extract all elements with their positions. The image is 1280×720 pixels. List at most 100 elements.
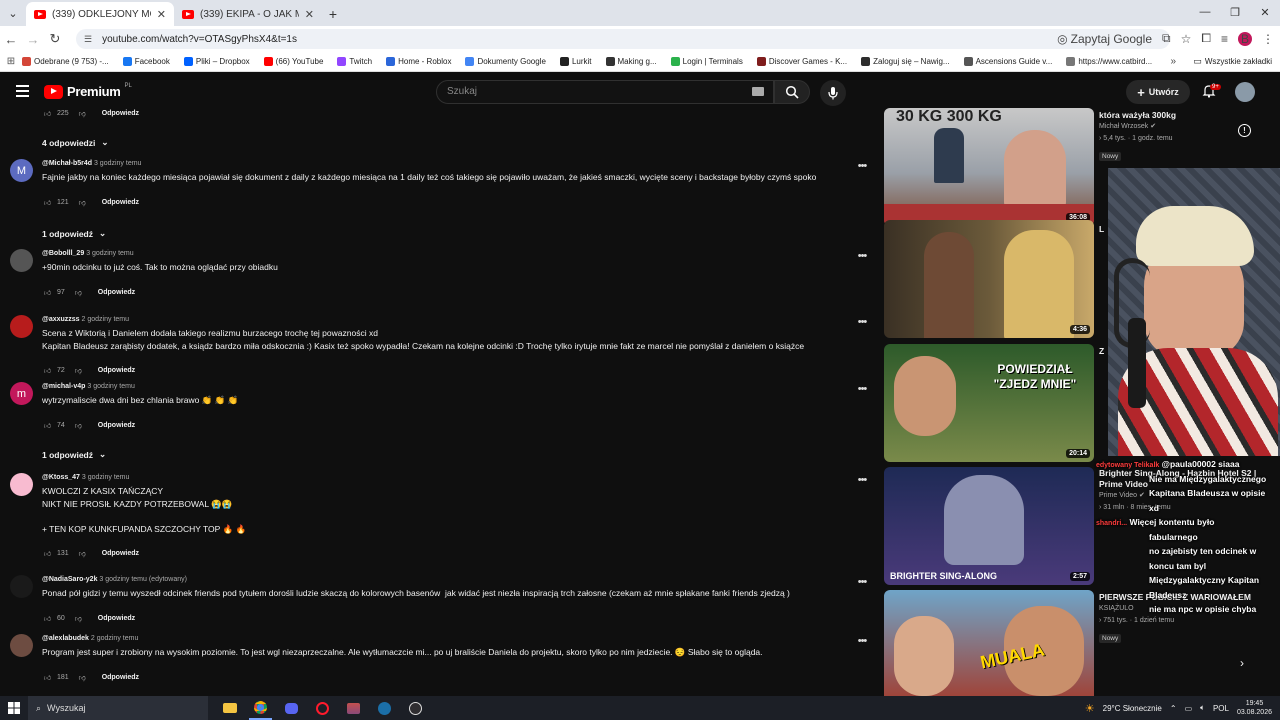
avatar[interactable] xyxy=(10,634,33,657)
ask-google-button[interactable]: ◎ Zapytaj Google xyxy=(1057,32,1152,46)
reply-button[interactable]: Odpowiedz xyxy=(98,367,135,374)
volume-icon[interactable]: 🔈︎ xyxy=(1200,703,1205,713)
comment-time[interactable]: 3 godziny temu xyxy=(87,383,134,390)
more-bookmarks-icon[interactable]: » xyxy=(1170,56,1176,67)
voice-search-button[interactable] xyxy=(820,80,846,106)
search-input[interactable]: Szukaj xyxy=(436,80,774,104)
maximize-icon[interactable]: ❐ xyxy=(1220,0,1250,24)
steam-icon[interactable] xyxy=(373,696,396,720)
comment-author[interactable]: @NadiaSaro-y2k xyxy=(42,576,97,583)
forward-icon[interactable]: → xyxy=(22,32,44,47)
more-actions-icon[interactable]: ••• xyxy=(856,160,868,172)
extensions-icon[interactable]: ⧠ xyxy=(1201,31,1211,46)
bookmark-item[interactable]: Facebook xyxy=(122,57,170,66)
back-icon[interactable]: ← xyxy=(0,32,22,47)
info-icon[interactable]: ! xyxy=(1238,124,1251,137)
install-icon[interactable]: ⧉ xyxy=(1162,31,1171,46)
photo-app-icon[interactable] xyxy=(342,696,365,720)
thumbs-down-icon[interactable]: 👎︎ xyxy=(73,287,84,298)
apps-grid-icon[interactable]: ⊞ xyxy=(0,56,22,67)
thumbs-down-icon[interactable]: 👎︎ xyxy=(73,613,84,624)
comment-time[interactable]: 3 godziny temu (edytowany) xyxy=(99,576,187,583)
language-indicator[interactable]: POL xyxy=(1213,704,1229,713)
clock[interactable]: 19:45 03.08.2026 xyxy=(1237,699,1272,717)
opera-icon[interactable] xyxy=(311,696,334,720)
network-icon[interactable]: ▭ xyxy=(1185,704,1193,713)
view-replies-button[interactable]: 4 odpowiedzi ⌄ xyxy=(42,137,109,148)
comment-time[interactable]: 2 godziny temu xyxy=(82,316,129,323)
video-thumbnail[interactable]: 4:36 xyxy=(884,220,1094,338)
obs-icon[interactable] xyxy=(404,696,427,720)
all-bookmarks-button[interactable]: ▭ Wszystkie zakładki xyxy=(1193,56,1272,67)
avatar[interactable] xyxy=(10,473,33,496)
tray-chevron-icon[interactable]: ⌃ xyxy=(1170,704,1177,713)
thumbs-up-icon[interactable]: 👍︎ xyxy=(42,197,53,208)
reply-button[interactable]: Odpowiedz xyxy=(102,110,139,117)
more-actions-icon[interactable]: ••• xyxy=(856,474,868,486)
avatar[interactable]: M xyxy=(10,159,33,182)
thumbs-up-icon[interactable]: 👍︎ xyxy=(42,365,53,376)
thumbs-down-icon[interactable]: 👎︎ xyxy=(77,108,88,119)
bookmark-item[interactable]: Ascensions Guide v... xyxy=(963,57,1052,66)
comment-author[interactable]: @axxuzzss xyxy=(42,316,80,323)
video-thumbnail[interactable]: MUALA xyxy=(884,590,1094,696)
comment-time[interactable]: 3 godziny temu xyxy=(86,250,133,257)
thumbs-up-icon[interactable]: 👍︎ xyxy=(42,287,53,298)
thumbs-down-icon[interactable]: 👎︎ xyxy=(77,672,88,683)
search-button[interactable] xyxy=(774,80,810,104)
bookmark-item[interactable]: Pliki – Dropbox xyxy=(183,57,250,66)
bookmark-item[interactable]: Odebrane (9 753) -... xyxy=(22,57,109,66)
bookmark-item[interactable]: Making g... xyxy=(605,57,657,66)
taskbar-search[interactable]: ⌕ Wyszukaj xyxy=(28,696,208,720)
comment-author[interactable]: @michal-v4p xyxy=(42,383,85,390)
bookmark-item[interactable]: (66) YouTube xyxy=(263,57,323,66)
bookmark-item[interactable]: Twitch xyxy=(337,57,372,66)
file-explorer-icon[interactable] xyxy=(218,696,241,720)
comment-time[interactable]: 3 godziny temu xyxy=(94,160,141,167)
bookmark-item[interactable]: Discover Games - K... xyxy=(756,57,847,66)
thumbs-up-icon[interactable]: 👍︎ xyxy=(42,548,53,559)
tab-search-icon[interactable]: ⌄ xyxy=(0,0,26,26)
view-replies-button[interactable]: 1 odpowiedź ⌄ xyxy=(42,228,106,239)
close-window-icon[interactable]: ✕ xyxy=(1250,0,1280,24)
comment-time[interactable]: 2 godziny temu xyxy=(91,635,138,642)
browser-tab[interactable]: (339) EKIPA - O JAK MIŁO (Wsz ✕ xyxy=(174,2,322,26)
comment-author[interactable]: @Ktoss_47 xyxy=(42,474,80,481)
url-field[interactable]: ☰ youtube.com/watch?v=OTASgyPhsX4&t=1s xyxy=(76,29,1170,49)
thumbs-up-icon[interactable]: 👍︎ xyxy=(42,108,53,119)
menu-icon[interactable] xyxy=(16,85,29,97)
reply-button[interactable]: Odpowiedz xyxy=(98,289,135,296)
more-actions-icon[interactable]: ••• xyxy=(856,635,868,647)
thumbs-down-icon[interactable]: 👎︎ xyxy=(77,548,88,559)
reply-button[interactable]: Odpowiedz xyxy=(98,422,135,429)
youtube-logo[interactable]: Premium PL xyxy=(44,83,132,99)
more-actions-icon[interactable]: ••• xyxy=(856,383,868,395)
comment-author[interactable]: @Bobolll_29 xyxy=(42,250,84,257)
thumbs-down-icon[interactable]: 👎︎ xyxy=(73,420,84,431)
thumbs-up-icon[interactable]: 👍︎ xyxy=(42,613,53,624)
bookmark-item[interactable]: Zaloguj się – Nawig... xyxy=(861,57,950,66)
reply-button[interactable]: Odpowiedz xyxy=(102,550,139,557)
thumbs-up-icon[interactable]: 👍︎ xyxy=(42,420,53,431)
start-button[interactable] xyxy=(0,696,28,720)
keyboard-icon[interactable] xyxy=(752,87,764,96)
reload-icon[interactable]: ↻ xyxy=(44,31,66,47)
thumbs-down-icon[interactable]: 👎︎ xyxy=(73,365,84,376)
comment-time[interactable]: 3 godziny temu xyxy=(82,474,129,481)
weather-text[interactable]: 29°C Słonecznie xyxy=(1103,704,1162,713)
thumbs-up-icon[interactable]: 👍︎ xyxy=(42,672,53,683)
bookmark-item[interactable]: Lurkit xyxy=(559,57,592,66)
thumbs-down-icon[interactable]: 👎︎ xyxy=(77,197,88,208)
more-actions-icon[interactable]: ••• xyxy=(856,576,868,588)
video-info[interactable]: która ważyła 300kg Michał Wrzosek ✔ › 5,… xyxy=(1099,110,1279,163)
view-replies-button[interactable]: 1 odpowiedź ⌄ xyxy=(42,449,106,460)
media-icon[interactable]: ≡ xyxy=(1221,32,1228,46)
more-actions-icon[interactable]: ••• xyxy=(856,250,868,262)
site-info-icon[interactable]: ☰ xyxy=(84,34,92,45)
chrome-icon[interactable] xyxy=(249,696,272,720)
close-tab-icon[interactable]: ✕ xyxy=(305,8,314,21)
close-tab-icon[interactable]: ✕ xyxy=(157,8,166,21)
user-avatar[interactable] xyxy=(1235,82,1255,102)
video-thumbnail[interactable]: BRIGHTER SING-ALONG 2:57 xyxy=(884,467,1094,585)
avatar[interactable] xyxy=(10,315,33,338)
